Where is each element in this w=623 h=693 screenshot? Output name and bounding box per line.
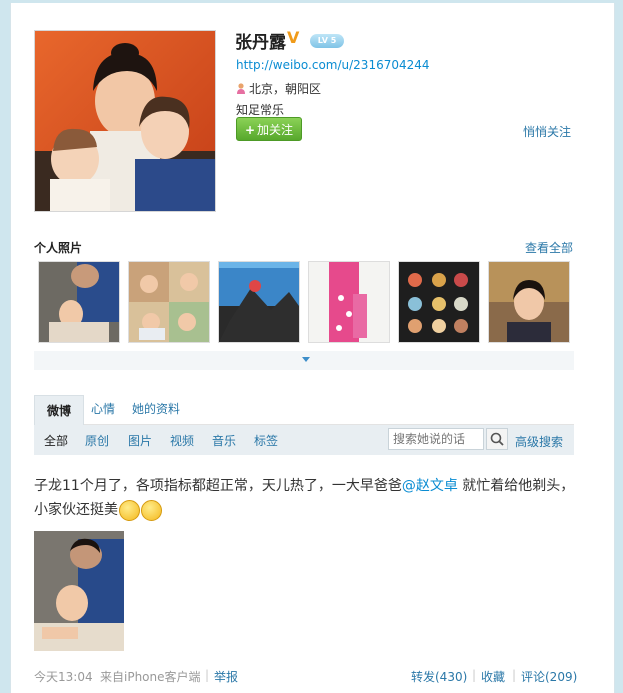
post-source: 来自iPhone客户端: [100, 670, 201, 684]
profile-url-link[interactable]: http://weibo.com/u/2316704244: [236, 58, 430, 72]
meta-divider: |: [512, 668, 517, 682]
search-button[interactable]: [486, 428, 508, 450]
profile-avatar[interactable]: [34, 30, 216, 212]
photo-thumbnail[interactable]: [218, 261, 300, 343]
location-text: 北京，朝阳区: [249, 82, 322, 96]
filter-video[interactable]: 视频: [170, 432, 194, 449]
post-image[interactable]: [34, 531, 124, 651]
chevron-down-icon[interactable]: [302, 357, 310, 362]
filter-music[interactable]: 音乐: [212, 432, 236, 449]
search-icon: [490, 432, 504, 446]
follow-label: 加关注: [257, 123, 294, 137]
follow-button[interactable]: + 加关注: [236, 117, 302, 141]
post-time[interactable]: 今天13:04: [34, 668, 93, 685]
view-all-photos-link[interactable]: 查看全部: [525, 239, 573, 256]
search-input[interactable]: [388, 428, 484, 450]
profile-location: 北京，朝阳区: [236, 80, 321, 97]
plus-icon: +: [244, 123, 256, 137]
photo-thumbnail[interactable]: [488, 261, 570, 343]
quiet-follow-link[interactable]: 悄悄关注: [523, 123, 571, 140]
advanced-search-link[interactable]: 高级搜索: [515, 433, 563, 450]
comment-link[interactable]: 评论(209): [521, 668, 577, 685]
report-link[interactable]: 举报: [214, 668, 238, 685]
level-badge[interactable]: LV 5: [310, 34, 344, 48]
filter-all[interactable]: 全部: [44, 432, 68, 449]
post-text-part: 子龙11个月了，各项指标都超正常，天儿热了，一大早爸爸: [34, 478, 402, 494]
tab-profile-info[interactable]: 她的资料: [132, 400, 180, 417]
filter-tag[interactable]: 标签: [254, 432, 278, 449]
photo-thumbnail[interactable]: [128, 261, 210, 343]
tab-weibo[interactable]: 微博: [34, 395, 84, 425]
mention-link[interactable]: @赵文卓: [402, 478, 458, 494]
favorite-link[interactable]: 收藏: [481, 668, 505, 685]
filter-image[interactable]: 图片: [128, 432, 152, 449]
post-text: 子龙11个月了，各项指标都超正常，天儿热了，一大早爸爸@赵文卓 就忙着给他剃头，…: [34, 474, 579, 522]
profile-bio: 知足常乐: [236, 103, 285, 117]
smug-emoji-icon: [119, 499, 140, 521]
photo-thumbnail[interactable]: [308, 261, 390, 343]
photos-title: 个人照片: [34, 241, 83, 255]
meta-divider: |: [472, 668, 477, 682]
filter-original[interactable]: 原创: [85, 432, 109, 449]
photo-thumbnail[interactable]: [398, 261, 480, 343]
verified-icon[interactable]: V: [287, 28, 299, 47]
smile-emoji-icon: [141, 499, 162, 521]
repost-link[interactable]: 转发(430): [411, 668, 467, 685]
profile-name: 张丹露: [235, 33, 286, 53]
photo-thumbnail[interactable]: [38, 261, 120, 343]
meta-divider: |: [205, 668, 210, 682]
person-icon: [236, 83, 246, 94]
tab-mood[interactable]: 心情: [91, 400, 115, 417]
